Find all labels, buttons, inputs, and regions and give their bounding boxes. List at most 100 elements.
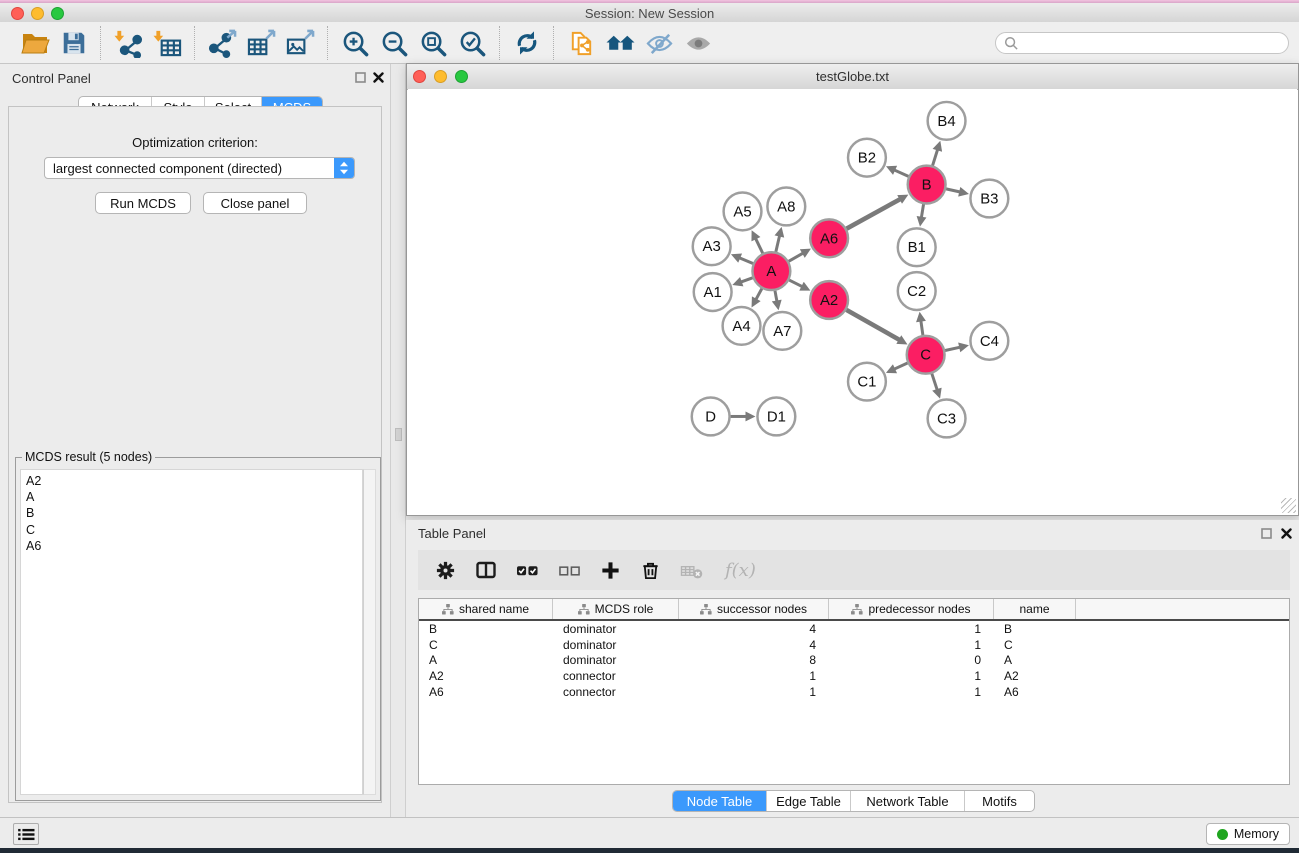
table-row[interactable]: A6connector11A6 bbox=[419, 684, 1289, 700]
float-panel-icon[interactable] bbox=[355, 72, 366, 83]
split-divider-vertical[interactable] bbox=[390, 64, 406, 817]
zoom-fit-button[interactable] bbox=[417, 27, 450, 60]
network-overview-button[interactable] bbox=[565, 27, 598, 60]
column-header-name[interactable]: name bbox=[994, 599, 1076, 619]
graph-edge-A-A1[interactable] bbox=[741, 278, 753, 282]
column-header-predecessor-nodes[interactable]: predecessor nodes bbox=[829, 599, 994, 619]
search-input[interactable] bbox=[1024, 35, 1280, 52]
tab-edge-table[interactable]: Edge Table bbox=[767, 791, 851, 811]
mcds-result-item[interactable]: C bbox=[26, 522, 362, 538]
graph-node-A5[interactable]: A5 bbox=[724, 193, 762, 231]
save-session-button[interactable] bbox=[58, 27, 90, 59]
graph-node-A2[interactable]: A2 bbox=[810, 281, 848, 319]
table-row[interactable]: Bdominator41B bbox=[419, 621, 1289, 637]
graph-node-C[interactable]: C bbox=[907, 336, 945, 374]
graph-edge-B-B4[interactable] bbox=[933, 149, 938, 165]
export-table-button[interactable] bbox=[245, 27, 278, 60]
graph-edge-A-A8[interactable] bbox=[776, 236, 780, 252]
graph-node-B[interactable]: B bbox=[908, 166, 946, 204]
close-panel-icon[interactable] bbox=[373, 72, 384, 83]
graph-edge-C-C2[interactable] bbox=[921, 321, 923, 335]
graph-edge-B-B2[interactable] bbox=[894, 170, 908, 176]
zoom-selected-button[interactable] bbox=[456, 27, 489, 60]
graph-node-D1[interactable]: D1 bbox=[757, 398, 795, 436]
graph-node-B1[interactable]: B1 bbox=[898, 228, 936, 266]
graph-node-A4[interactable]: A4 bbox=[723, 307, 761, 345]
mcds-result-item[interactable]: A6 bbox=[26, 538, 362, 554]
close-table-panel-icon[interactable] bbox=[1281, 528, 1292, 539]
run-mcds-button[interactable]: Run MCDS bbox=[95, 192, 191, 214]
graph-edge-A-A4[interactable] bbox=[756, 289, 762, 300]
column-header-MCDS-role[interactable]: MCDS role bbox=[553, 599, 679, 619]
add-row-button[interactable] bbox=[599, 559, 622, 582]
graph-node-B2[interactable]: B2 bbox=[848, 139, 886, 177]
float-table-panel-icon[interactable] bbox=[1261, 528, 1272, 539]
graph-edge-C-C3[interactable] bbox=[932, 374, 937, 390]
graph-node-A6[interactable]: A6 bbox=[810, 219, 848, 257]
graph-node-C2[interactable]: C2 bbox=[898, 272, 936, 310]
open-file-button[interactable] bbox=[18, 26, 52, 60]
graph-edge-A6-B[interactable] bbox=[847, 199, 901, 229]
tab-node-table[interactable]: Node Table bbox=[673, 791, 767, 811]
graph-node-C3[interactable]: C3 bbox=[928, 400, 966, 438]
graph-node-C4[interactable]: C4 bbox=[970, 322, 1008, 360]
divider-handle[interactable] bbox=[395, 428, 402, 441]
export-image-button[interactable] bbox=[284, 27, 317, 60]
task-history-button[interactable] bbox=[13, 823, 39, 845]
tab-motifs[interactable]: Motifs bbox=[965, 791, 1034, 811]
graph-node-D[interactable]: D bbox=[692, 398, 730, 436]
graph-edge-C-C1[interactable] bbox=[894, 363, 907, 369]
zoom-out-button[interactable] bbox=[378, 27, 411, 60]
resize-grip-icon[interactable] bbox=[1281, 498, 1296, 513]
memory-button[interactable]: Memory bbox=[1206, 823, 1290, 845]
column-header-successor-nodes[interactable]: successor nodes bbox=[679, 599, 829, 619]
mcds-result-item[interactable]: B bbox=[26, 505, 362, 521]
table-options-button[interactable] bbox=[434, 559, 457, 582]
graph-edge-A-A5[interactable] bbox=[756, 238, 763, 253]
scrollbar-track[interactable] bbox=[363, 469, 376, 795]
delete-row-button[interactable] bbox=[639, 559, 662, 582]
table-row[interactable]: A2connector11A2 bbox=[419, 668, 1289, 684]
graph-edge-C-C4[interactable] bbox=[945, 347, 960, 350]
graph-node-A7[interactable]: A7 bbox=[763, 312, 801, 350]
graph-edge-A-A3[interactable] bbox=[739, 258, 753, 264]
graph-node-A3[interactable]: A3 bbox=[693, 227, 731, 265]
mcds-result-item[interactable]: A2 bbox=[26, 473, 362, 489]
graph-node-B4[interactable]: B4 bbox=[928, 102, 966, 140]
import-network-button[interactable] bbox=[112, 27, 145, 60]
table-cell: A bbox=[419, 653, 553, 667]
close-panel-button[interactable]: Close panel bbox=[203, 192, 307, 214]
refresh-network-button[interactable] bbox=[511, 27, 543, 59]
zoom-in-button[interactable] bbox=[339, 27, 372, 60]
column-type-icon bbox=[851, 604, 863, 615]
graph-node-A8[interactable]: A8 bbox=[767, 188, 805, 226]
graph-edge-A-A7[interactable] bbox=[775, 291, 777, 302]
graph-edge-B-B1[interactable] bbox=[921, 204, 923, 218]
mcds-result-item[interactable]: A bbox=[26, 489, 362, 505]
delete-table-button[interactable] bbox=[679, 559, 704, 582]
tab-network-table[interactable]: Network Table bbox=[851, 791, 965, 811]
search-field[interactable] bbox=[995, 32, 1289, 54]
table-row[interactable]: Adominator80A bbox=[419, 652, 1289, 668]
graph-edge-A-A2[interactable] bbox=[789, 280, 802, 287]
show-graphics-details-button[interactable] bbox=[682, 27, 715, 60]
show-column-button[interactable] bbox=[474, 558, 498, 582]
unselect-all-button[interactable] bbox=[557, 559, 582, 582]
export-network-button[interactable] bbox=[206, 27, 239, 60]
import-table-button[interactable] bbox=[151, 27, 184, 60]
graph-node-B3[interactable]: B3 bbox=[970, 180, 1008, 218]
home-layout-button[interactable] bbox=[604, 27, 637, 60]
criterion-select[interactable]: largest connected component (directed) bbox=[44, 157, 355, 179]
graph-edge-B-B3[interactable] bbox=[946, 189, 960, 192]
function-builder-button[interactable]: f(x) bbox=[725, 560, 756, 581]
graph-node-C1[interactable]: C1 bbox=[848, 363, 886, 401]
graph-edge-A-A6[interactable] bbox=[789, 253, 803, 261]
network-canvas[interactable]: A A1 A2 A3 A4 A5 A6 A7 A8 B B1 B2 B3 B4 C C1 C2 C3 C4 D D1 bbox=[408, 89, 1297, 514]
graph-node-A[interactable]: A bbox=[752, 252, 790, 290]
select-all-button[interactable] bbox=[515, 559, 540, 582]
graph-edge-A2-C[interactable] bbox=[846, 310, 899, 340]
hide-graphics-details-button[interactable] bbox=[643, 27, 676, 60]
column-header-shared-name[interactable]: shared name bbox=[419, 599, 553, 619]
table-row[interactable]: Cdominator41C bbox=[419, 637, 1289, 653]
graph-node-A1[interactable]: A1 bbox=[694, 273, 732, 311]
